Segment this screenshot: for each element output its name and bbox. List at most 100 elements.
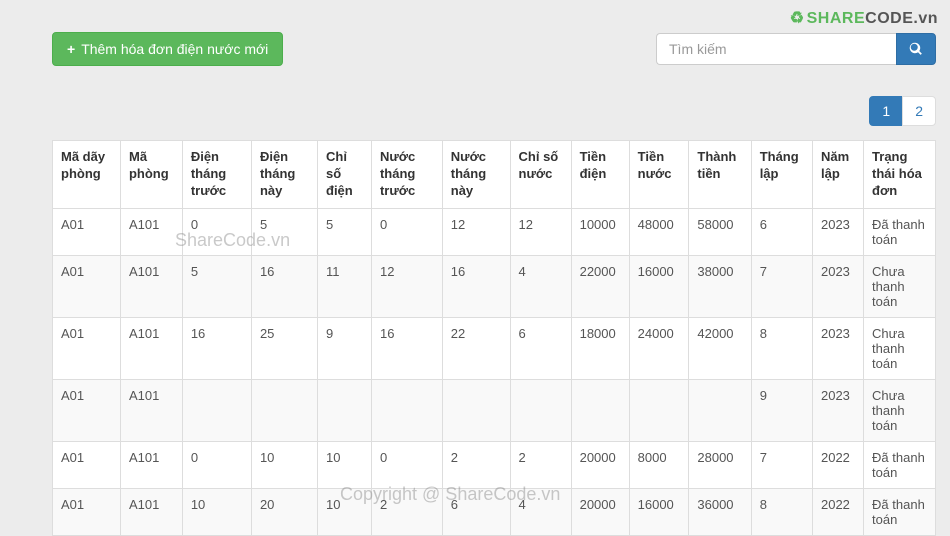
table-cell	[571, 379, 629, 441]
table-cell: A01	[53, 255, 121, 317]
table-row: A01A1010550121210000480005800062023Đã th…	[53, 208, 936, 255]
table-cell: 36000	[689, 488, 751, 535]
table-cell: 12	[442, 208, 510, 255]
table-cell: Đã thanh toán	[864, 208, 936, 255]
table-cell: 2023	[812, 208, 863, 255]
table-container: Mã dãy phòngMã phòngĐiện tháng trướcĐiện…	[0, 140, 950, 536]
table-cell: 38000	[689, 255, 751, 317]
table-cell: 10	[318, 441, 372, 488]
col-header: Nước tháng trước	[371, 141, 442, 209]
table-cell	[251, 379, 317, 441]
col-header: Điện tháng trước	[182, 141, 251, 209]
col-header: Năm lập	[812, 141, 863, 209]
col-header: Thành tiền	[689, 141, 751, 209]
table-row: A01A10192023Chưa thanh toán	[53, 379, 936, 441]
search-icon	[909, 42, 923, 56]
invoice-table: Mã dãy phòngMã phòngĐiện tháng trướcĐiện…	[52, 140, 936, 536]
page-2[interactable]: 2	[902, 96, 936, 126]
table-cell: 4	[510, 255, 571, 317]
table-cell: 2023	[812, 379, 863, 441]
add-button-label: Thêm hóa đơn điện nước mới	[81, 41, 268, 57]
col-header: Tiền điện	[571, 141, 629, 209]
table-cell: 16	[371, 317, 442, 379]
table-cell: 48000	[629, 208, 689, 255]
table-cell: 9	[318, 317, 372, 379]
table-cell: 2	[371, 488, 442, 535]
table-cell: 16	[442, 255, 510, 317]
table-cell: Chưa thanh toán	[864, 317, 936, 379]
table-cell: A101	[120, 488, 182, 535]
recycle-icon: ♻	[790, 10, 805, 27]
table-cell: 0	[371, 208, 442, 255]
table-cell: A101	[120, 379, 182, 441]
table-cell: 25	[251, 317, 317, 379]
search-button[interactable]	[896, 33, 936, 65]
table-cell: 2	[442, 441, 510, 488]
table-cell: 16	[182, 317, 251, 379]
table-cell: 6	[510, 317, 571, 379]
table-cell	[629, 379, 689, 441]
table-cell: 0	[182, 208, 251, 255]
search-input[interactable]	[656, 33, 896, 65]
table-cell: 5	[318, 208, 372, 255]
table-cell: A01	[53, 208, 121, 255]
table-cell: 58000	[689, 208, 751, 255]
table-cell: 12	[510, 208, 571, 255]
table-cell: 22000	[571, 255, 629, 317]
table-cell: 4	[510, 488, 571, 535]
table-cell: 6	[442, 488, 510, 535]
table-cell	[689, 379, 751, 441]
col-header: Chỉ số nước	[510, 141, 571, 209]
table-cell: 10	[251, 441, 317, 488]
col-header: Mã phòng	[120, 141, 182, 209]
table-cell: Chưa thanh toán	[864, 379, 936, 441]
logo-word1: SHARE	[807, 10, 866, 27]
table-cell: 5	[182, 255, 251, 317]
table-cell: 28000	[689, 441, 751, 488]
col-header: Mã dãy phòng	[53, 141, 121, 209]
table-row: A01A101516111216422000160003800072023Chư…	[53, 255, 936, 317]
col-header: Trạng thái hóa đơn	[864, 141, 936, 209]
table-cell: 10	[182, 488, 251, 535]
table-row: A01A10110201026420000160003600082022Đã t…	[53, 488, 936, 535]
table-cell: 2022	[812, 441, 863, 488]
table-cell: 8000	[629, 441, 689, 488]
table-cell: 12	[371, 255, 442, 317]
table-cell: 20000	[571, 441, 629, 488]
table-cell	[442, 379, 510, 441]
table-cell: A01	[53, 379, 121, 441]
page-1[interactable]: 1	[869, 96, 903, 126]
table-cell: 10	[318, 488, 372, 535]
table-cell: 10000	[571, 208, 629, 255]
col-header: Điện tháng này	[251, 141, 317, 209]
table-cell: A101	[120, 255, 182, 317]
table-cell: A01	[53, 317, 121, 379]
table-cell: 2022	[812, 488, 863, 535]
col-header: Tháng lập	[751, 141, 812, 209]
table-cell: 5	[251, 208, 317, 255]
table-row: A01A101010100222000080002800072022Đã tha…	[53, 441, 936, 488]
table-cell: A01	[53, 488, 121, 535]
table-cell: 20000	[571, 488, 629, 535]
table-cell: 16	[251, 255, 317, 317]
logo-suffix: .vn	[913, 10, 938, 27]
table-cell: 2023	[812, 255, 863, 317]
table-cell: 2023	[812, 317, 863, 379]
plus-icon: +	[67, 41, 75, 57]
table-cell: 24000	[629, 317, 689, 379]
add-invoice-button[interactable]: + Thêm hóa đơn điện nước mới	[52, 32, 283, 66]
table-cell: Đã thanh toán	[864, 441, 936, 488]
table-cell: 6	[751, 208, 812, 255]
table-cell: Chưa thanh toán	[864, 255, 936, 317]
table-cell	[510, 379, 571, 441]
logo-word2: CODE	[865, 10, 913, 27]
brand-logo: ♻SHARECODE.vn	[790, 8, 938, 28]
table-cell: 7	[751, 441, 812, 488]
table-cell: A101	[120, 208, 182, 255]
table-cell: 7	[751, 255, 812, 317]
table-cell: A101	[120, 441, 182, 488]
table-cell: 0	[182, 441, 251, 488]
table-cell: 11	[318, 255, 372, 317]
table-cell: 20	[251, 488, 317, 535]
table-cell: A01	[53, 441, 121, 488]
